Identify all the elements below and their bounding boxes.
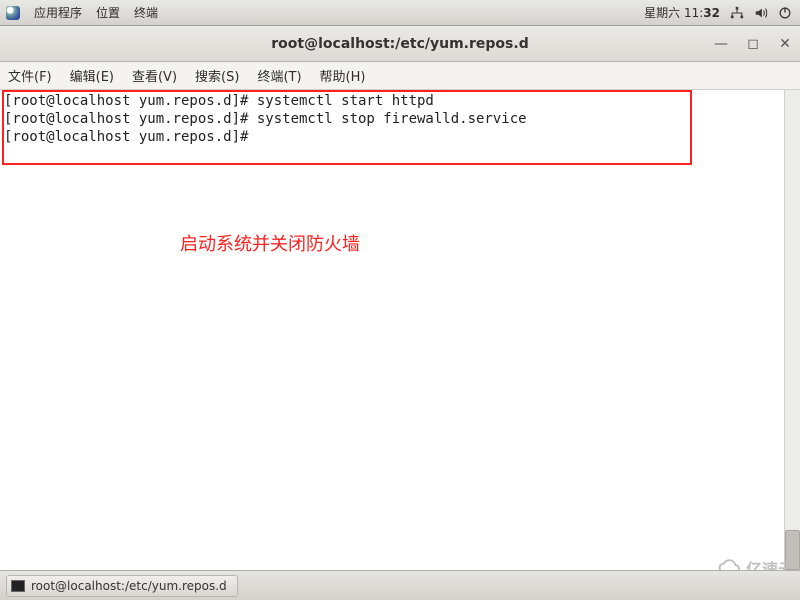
close-button[interactable]: ✕: [778, 36, 792, 52]
annotation-text: 启动系统并关闭防火墙: [180, 230, 360, 256]
window-titlebar[interactable]: root@localhost:/etc/yum.repos.d — ◻ ✕: [0, 26, 800, 62]
gnome-top-panel: 应用程序 位置 终端 星期六 11:32: [0, 0, 800, 26]
terminal-icon: [11, 580, 25, 592]
menu-edit[interactable]: 编辑(E): [70, 66, 114, 85]
vertical-scrollbar[interactable]: [784, 90, 800, 570]
terminal-area[interactable]: [root@localhost yum.repos.d]# systemctl …: [0, 90, 800, 570]
power-icon[interactable]: [778, 6, 792, 20]
menu-help[interactable]: 帮助(H): [320, 66, 366, 85]
network-icon[interactable]: [730, 6, 744, 20]
menu-terminal[interactable]: 终端(T): [257, 66, 301, 85]
taskbar-item-label: root@localhost:/etc/yum.repos.d: [31, 579, 227, 593]
window-title: root@localhost:/etc/yum.repos.d: [8, 36, 792, 52]
terminal-menubar: 文件(F) 编辑(E) 查看(V) 搜索(S) 终端(T) 帮助(H): [0, 62, 800, 90]
menu-file[interactable]: 文件(F): [8, 66, 52, 85]
clock-day: 星期六: [644, 6, 680, 20]
activities-icon[interactable]: [6, 6, 20, 20]
terminal-output[interactable]: [root@localhost yum.repos.d]# systemctl …: [0, 90, 800, 148]
menu-places[interactable]: 位置: [96, 4, 120, 21]
clock[interactable]: 星期六 11:32: [644, 4, 720, 21]
taskbar-item-terminal[interactable]: root@localhost:/etc/yum.repos.d: [6, 575, 238, 597]
terminal-line: [root@localhost yum.repos.d]# systemctl …: [4, 92, 796, 110]
gnome-taskbar: root@localhost:/etc/yum.repos.d: [0, 570, 800, 600]
menu-applications[interactable]: 应用程序: [34, 4, 82, 21]
menu-search[interactable]: 搜索(S): [195, 66, 239, 85]
minimize-button[interactable]: —: [714, 36, 728, 52]
clock-hour: 11: [684, 6, 699, 20]
terminal-line: [root@localhost yum.repos.d]# systemctl …: [4, 110, 796, 128]
menu-view[interactable]: 查看(V): [132, 66, 177, 85]
menu-terminal[interactable]: 终端: [134, 4, 158, 21]
volume-icon[interactable]: [754, 6, 768, 20]
maximize-button[interactable]: ◻: [746, 36, 760, 52]
clock-minute: 32: [703, 6, 720, 20]
terminal-line: [root@localhost yum.repos.d]#: [4, 128, 796, 146]
